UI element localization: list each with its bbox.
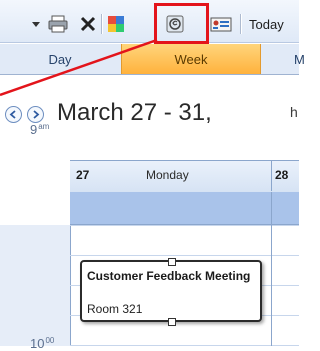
- toolbar-separator: [240, 14, 241, 34]
- time-label-9am: 9am: [30, 122, 50, 137]
- day-name: Monday: [146, 168, 189, 182]
- categorize-icon[interactable]: [104, 12, 128, 36]
- stray-text: h: [290, 104, 298, 120]
- date-navigation: March 27 - 31,: [0, 75, 299, 152]
- appointment[interactable]: Customer Feedback Meeting Room 321: [80, 258, 262, 326]
- highlight-box: [154, 3, 209, 44]
- resize-handle-bottom[interactable]: [168, 318, 176, 326]
- print-icon[interactable]: [46, 12, 70, 36]
- view-tabs: Day Week M: [0, 44, 305, 75]
- toolbar: Today: [0, 0, 299, 43]
- all-day-band[interactable]: [70, 192, 299, 225]
- day-number: 28: [275, 168, 289, 182]
- toolbar-separator: [101, 14, 102, 34]
- day-header-27[interactable]: 27 Monday: [70, 160, 272, 191]
- business-card-icon[interactable]: [208, 12, 234, 36]
- column-divider: [271, 225, 272, 346]
- delete-icon[interactable]: [76, 12, 100, 36]
- time-column: [0, 225, 70, 346]
- tab-month[interactable]: M: [260, 44, 305, 74]
- column-divider: [271, 192, 272, 224]
- dropdown-arrow-icon[interactable]: [30, 12, 42, 36]
- tab-week[interactable]: Week: [121, 44, 261, 74]
- resize-handle-top[interactable]: [168, 258, 176, 266]
- forward-arrow-icon[interactable]: [27, 106, 44, 123]
- appointment-subject: Customer Feedback Meeting: [87, 269, 251, 283]
- appointment-location: Room 321: [87, 302, 143, 316]
- today-button[interactable]: Today: [249, 12, 299, 36]
- slot-line: [70, 225, 299, 226]
- day-header-28[interactable]: 28: [272, 160, 299, 191]
- day-number: 27: [76, 168, 90, 182]
- back-arrow-icon[interactable]: [5, 106, 22, 123]
- slot-line: [70, 255, 299, 256]
- tab-day[interactable]: Day: [0, 44, 120, 74]
- date-range-title: March 27 - 31,: [57, 99, 212, 126]
- time-label-10: 1000: [30, 336, 55, 351]
